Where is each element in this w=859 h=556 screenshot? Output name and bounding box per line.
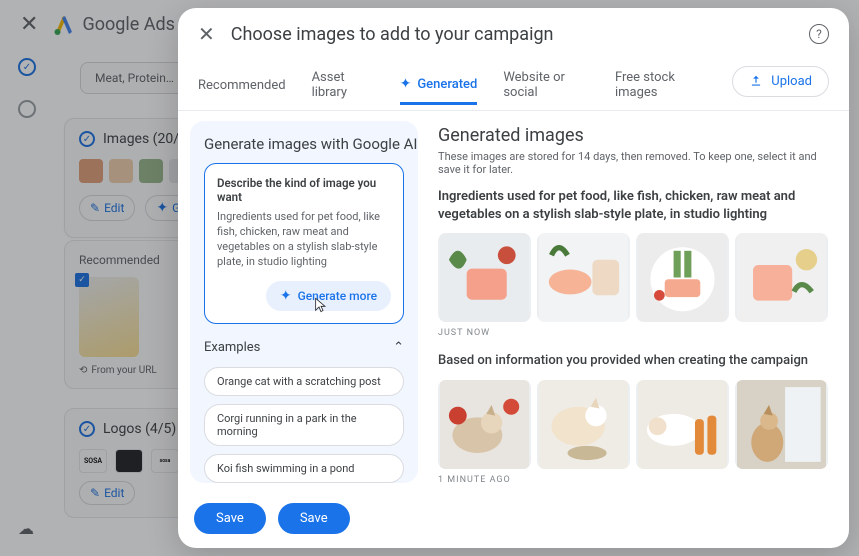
example-chip[interactable]: Koi fish swimming in a pond <box>204 454 404 483</box>
sparkle-icon: ✦ <box>280 288 292 304</box>
generate-panel: Generate images with Google AI Describe … <box>190 121 418 483</box>
example-chip[interactable]: Corgi running in a park in the morning <box>204 404 404 446</box>
prompt-box[interactable]: Describe the kind of image you want Ingr… <box>204 163 404 324</box>
timestamp: 1 minute ago <box>438 475 829 485</box>
tab-stock[interactable]: Free stock images <box>615 60 706 110</box>
upload-button[interactable]: Upload <box>732 66 829 97</box>
tab-recommended[interactable]: Recommended <box>198 68 286 103</box>
tab-generated[interactable]: ✦Generated <box>400 66 478 105</box>
help-icon[interactable]: ? <box>809 24 829 44</box>
cursor-icon <box>314 297 328 313</box>
generate-more-button[interactable]: ✦ Generate more <box>266 281 391 311</box>
tab-asset-library[interactable]: Asset library <box>312 60 374 110</box>
results-subtitle: These images are stored for 14 days, the… <box>438 150 829 176</box>
upload-icon <box>749 74 763 88</box>
sparkle-icon: ✦ <box>400 76 412 92</box>
results-title: Generated images <box>438 125 829 146</box>
generated-image[interactable] <box>537 233 630 322</box>
timestamp: Just now <box>438 328 829 338</box>
generated-image[interactable] <box>636 233 729 322</box>
examples-toggle[interactable]: Examples ⌃ <box>204 340 404 355</box>
group-title: Ingredients used for pet food, like fish… <box>438 188 828 223</box>
modal-title: Choose images to add to your campaign <box>231 24 793 45</box>
save-button[interactable]: Save <box>278 503 350 534</box>
generated-image[interactable] <box>735 233 828 322</box>
example-chip[interactable]: Orange cat with a scratching post <box>204 367 404 396</box>
chevron-up-icon: ⌃ <box>393 340 404 355</box>
group-title: Based on information you provided when c… <box>438 352 828 370</box>
save-button[interactable]: Save <box>194 503 266 534</box>
close-modal-button[interactable]: ✕ <box>198 22 215 46</box>
results-panel: Generated images These images are stored… <box>418 111 849 493</box>
generated-image[interactable] <box>735 380 828 469</box>
tab-website[interactable]: Website or social <box>503 60 589 110</box>
generated-image[interactable] <box>636 380 729 469</box>
image-chooser-modal: ✕ Choose images to add to your campaign … <box>178 8 849 548</box>
generated-image[interactable] <box>537 380 630 469</box>
generated-image[interactable] <box>438 380 531 469</box>
prompt-label: Describe the kind of image you want <box>217 176 391 204</box>
generated-image[interactable] <box>438 233 531 322</box>
generate-title: Generate images with Google AI <box>204 135 404 153</box>
prompt-input[interactable]: Ingredients used for pet food, like fish… <box>217 210 391 269</box>
